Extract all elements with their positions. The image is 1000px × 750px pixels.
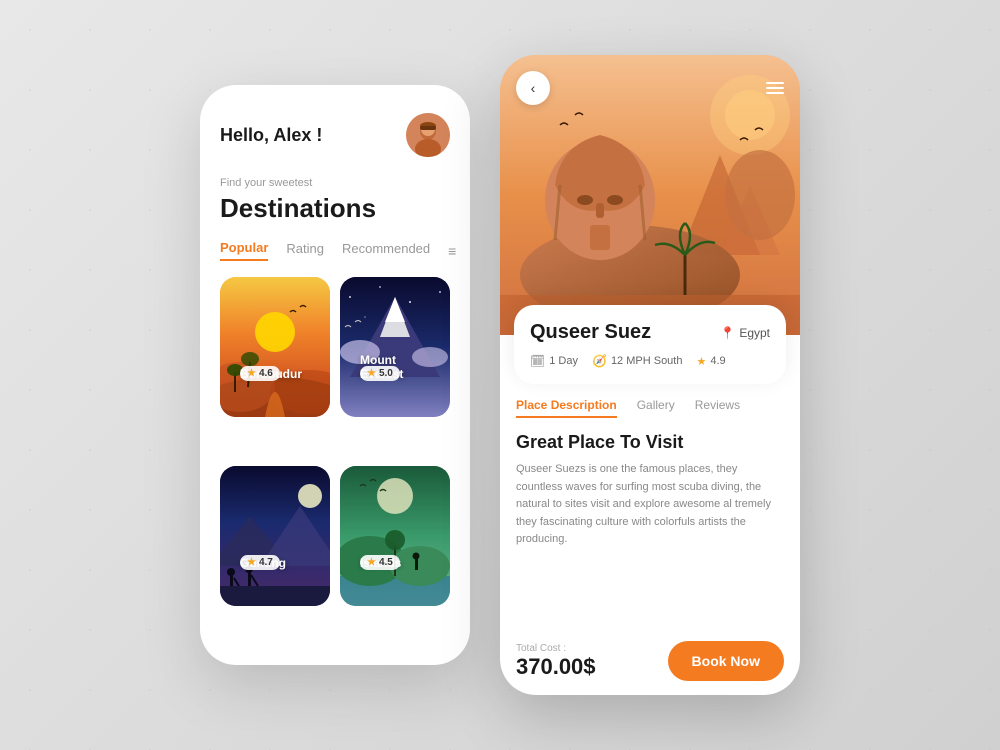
detail-meta: 🗓 1 Day 🧭 12 MPH South ★ 4.9 (530, 354, 770, 368)
tab-recommended[interactable]: Recommended (342, 241, 430, 260)
cards-grid: Borobudur ★ 4.6 (220, 277, 450, 645)
book-now-button[interactable]: Book Now (668, 641, 784, 681)
star-icon: ★ (367, 368, 376, 379)
meta-wind: 🧭 12 MPH South (592, 354, 683, 368)
subtitle-text: Find your sweetest (220, 177, 450, 189)
calendar-icon: 🗓 (530, 354, 545, 368)
meta-rating: ★ 4.9 (696, 355, 725, 368)
duration-text: 1 Day (549, 355, 578, 367)
card-islands[interactable]: Islands ★ 4.5 (340, 466, 450, 606)
card-gunung[interactable]: Gunung ★ 4.7 (220, 466, 330, 606)
star-icon: ★ (247, 368, 256, 379)
star-icon: ★ (367, 557, 376, 568)
greeting-text: Hello, Alex ! (220, 125, 322, 146)
price-section: Total Cost : 370.00$ (516, 643, 596, 680)
menu-line-2 (766, 87, 784, 89)
avatar[interactable] (406, 113, 450, 157)
compass-icon: 🧭 (592, 354, 607, 368)
card-borobudur-rating: ★ 4.6 (240, 366, 280, 381)
card-everest[interactable]: Mount Everest ★ 5.0 (340, 277, 450, 417)
location-text: Egypt (739, 326, 770, 340)
wind-text: 12 MPH South (611, 355, 683, 367)
price-value: 370.00$ (516, 654, 596, 680)
card-islands-rating: ★ 4.5 (360, 555, 400, 570)
tab-place-description[interactable]: Place Description (516, 398, 617, 418)
section-title: Great Place To Visit (516, 432, 784, 453)
meta-duration: 🗓 1 Day (530, 354, 578, 368)
back-button[interactable]: ‹ (516, 71, 550, 105)
star-icon: ★ (247, 557, 256, 568)
card-borobudur[interactable]: Borobudur ★ 4.6 (220, 277, 330, 417)
phone-right: ‹ (500, 55, 800, 695)
tab-rating[interactable]: Rating (286, 241, 324, 260)
rating-star-icon: ★ (696, 355, 706, 368)
card-gunung-rating: ★ 4.7 (240, 555, 280, 570)
hero-section: ‹ (500, 55, 800, 335)
content-section: Place Description Gallery Reviews Great … (500, 384, 800, 627)
back-icon: ‹ (531, 80, 536, 96)
tab-gallery[interactable]: Gallery (637, 398, 675, 418)
phone-left: Hello, Alex ! Find your sweetest Destina… (200, 85, 470, 665)
destination-detail-card: Quseer Suez 📍 Egypt 🗓 1 Day 🧭 12 MPH Sou… (514, 305, 786, 384)
left-header: Hello, Alex ! (220, 113, 450, 157)
tab-popular[interactable]: Popular (220, 240, 268, 261)
destination-name: Quseer Suez (530, 321, 651, 344)
menu-icon[interactable] (766, 82, 784, 94)
bottom-bar: Total Cost : 370.00$ Book Now (500, 627, 800, 695)
menu-line-3 (766, 92, 784, 94)
rating-text: 4.9 (710, 355, 725, 367)
filter-icon[interactable]: ≡ (448, 243, 456, 259)
content-tabs: Place Description Gallery Reviews (516, 398, 784, 418)
pin-icon: 📍 (720, 326, 735, 340)
tab-reviews[interactable]: Reviews (695, 398, 740, 418)
screens-container: Hello, Alex ! Find your sweetest Destina… (200, 55, 800, 695)
detail-title-row: Quseer Suez 📍 Egypt (530, 321, 770, 344)
card-everest-rating: ★ 5.0 (360, 366, 400, 381)
detail-location: 📍 Egypt (720, 326, 770, 340)
tabs-row: Popular Rating Recommended ≡ (220, 240, 450, 261)
section-description: Quseer Suezs is one the famous places, t… (516, 461, 784, 549)
menu-line-1 (766, 82, 784, 84)
main-title: Destinations (220, 193, 450, 224)
price-label: Total Cost : (516, 643, 596, 654)
hero-top-bar: ‹ (516, 71, 784, 105)
